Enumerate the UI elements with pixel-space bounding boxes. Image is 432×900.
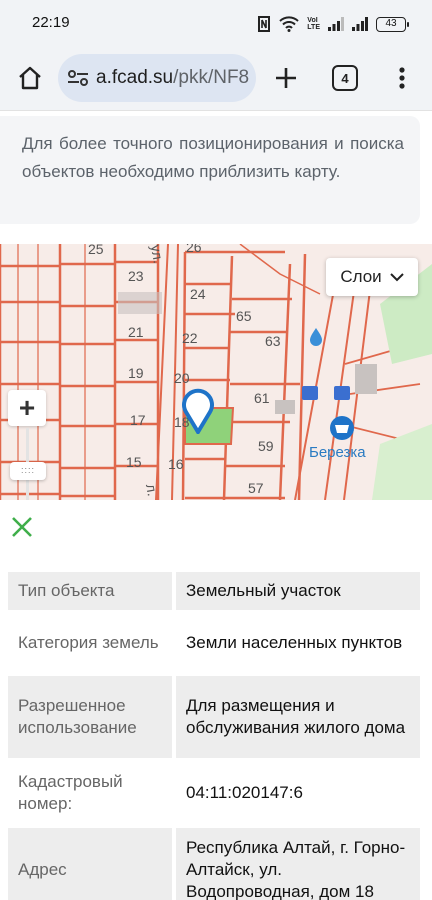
- zoom-in-label: +: [18, 392, 36, 423]
- url-text: a.fcad.su/pkk/NF8: [96, 67, 249, 89]
- zoom-notice: Для более точного позиционирования и пои…: [0, 116, 420, 224]
- parcel-61[interactable]: 61: [254, 390, 270, 406]
- attribute-key: Тип объекта: [8, 572, 172, 610]
- status-icons: VoI LTE 43: [257, 14, 409, 34]
- layers-label: Слои: [340, 267, 382, 286]
- site-settings-icon[interactable]: [66, 66, 90, 90]
- poi-label-berezka[interactable]: Березка: [309, 444, 366, 461]
- table-row: Кадастровый номер: 04:11:020147:6: [8, 762, 420, 824]
- parcel-25[interactable]: 25: [88, 244, 104, 257]
- parcel-22[interactable]: 22: [182, 330, 198, 346]
- map-pin-icon: [182, 388, 214, 436]
- zoom-in-button[interactable]: +: [8, 390, 46, 426]
- plus-icon: [276, 68, 296, 88]
- attribute-value: Республика Алтай, г. Горно-Алтайск, ул. …: [176, 828, 420, 900]
- close-button[interactable]: [9, 514, 35, 540]
- volte-icon: VoI LTE: [307, 17, 320, 31]
- signal-icon-1: [328, 17, 344, 31]
- table-row: Разрешенное использование Для размещения…: [8, 676, 420, 758]
- tab-switcher-button[interactable]: 4: [332, 65, 358, 91]
- attribute-value: Для размещения и обслуживания жилого дом…: [176, 676, 420, 758]
- volte-bottom: LTE: [307, 24, 320, 31]
- parcel-24[interactable]: 24: [190, 286, 206, 302]
- nfc-icon: [258, 16, 271, 32]
- table-row: Тип объекта Земельный участок: [8, 572, 420, 610]
- parcel-15[interactable]: 15: [126, 454, 142, 470]
- zoom-notice-text: Для более точного позиционирования и пои…: [22, 134, 404, 181]
- home-button[interactable]: [12, 60, 48, 96]
- url-domain: a.fcad.su: [96, 67, 174, 88]
- attribute-value: Земли населенных пунктов: [176, 614, 420, 672]
- close-icon: [12, 517, 32, 537]
- wifi-icon: [279, 16, 299, 32]
- parcel-21[interactable]: 21: [128, 324, 144, 340]
- parcel-17[interactable]: 17: [130, 412, 146, 428]
- parcel-59[interactable]: 59: [258, 438, 274, 454]
- attribute-key: Кадастровый номер:: [8, 762, 172, 824]
- kebab-menu-icon: [399, 67, 405, 89]
- parcel-20[interactable]: 20: [174, 370, 190, 386]
- signal-icon-2: [352, 17, 368, 31]
- attribute-value: 04:11:020147:6: [176, 762, 420, 824]
- table-row: Адрес Республика Алтай, г. Горно-Алтайск…: [8, 828, 420, 900]
- browser-toolbar: a.fcad.su/pkk/NF8 4: [0, 48, 432, 110]
- parcel-57[interactable]: 57: [248, 480, 264, 496]
- attribute-value: Земельный участок: [176, 572, 420, 610]
- home-icon: [19, 66, 41, 90]
- url-bar[interactable]: a.fcad.su/pkk/NF8: [58, 54, 256, 102]
- new-tab-button[interactable]: [268, 60, 304, 96]
- parcel-23[interactable]: 23: [128, 268, 144, 284]
- street-label: ул.: [147, 244, 167, 265]
- status-time: 22:19: [32, 14, 70, 31]
- parcel-26[interactable]: 26: [186, 244, 202, 255]
- volte-top: VoI: [307, 17, 318, 24]
- zoom-slider-handle[interactable]: ::::: [10, 462, 46, 480]
- chevron-down-icon: [389, 273, 404, 282]
- parcel-19[interactable]: 19: [128, 365, 144, 381]
- parcel-63[interactable]: 63: [265, 333, 281, 349]
- battery-icon: 43: [376, 16, 409, 32]
- cadastral-map[interactable]: 25 26 23 24 65 21 22 63 19 20 61 17 18 5…: [0, 244, 432, 500]
- url-path: /pkk/NF8: [173, 67, 250, 88]
- parcel-65[interactable]: 65: [236, 308, 252, 324]
- object-attributes-table: Тип объекта Земельный участок Категория …: [8, 572, 420, 900]
- status-bar: 22:19 VoI LTE 43: [0, 0, 432, 48]
- attribute-key: Разрешенное использование: [8, 676, 172, 758]
- parcel-16[interactable]: 16: [168, 456, 184, 472]
- table-row: Категория земель Земли населенных пункто…: [8, 614, 420, 672]
- attribute-key: Адрес: [8, 828, 172, 900]
- layers-button[interactable]: Слои: [326, 258, 418, 296]
- attribute-key: Категория земель: [8, 614, 172, 672]
- toolbar-divider: [0, 110, 432, 111]
- location-pin[interactable]: [180, 386, 216, 439]
- browser-menu-button[interactable]: [390, 60, 414, 96]
